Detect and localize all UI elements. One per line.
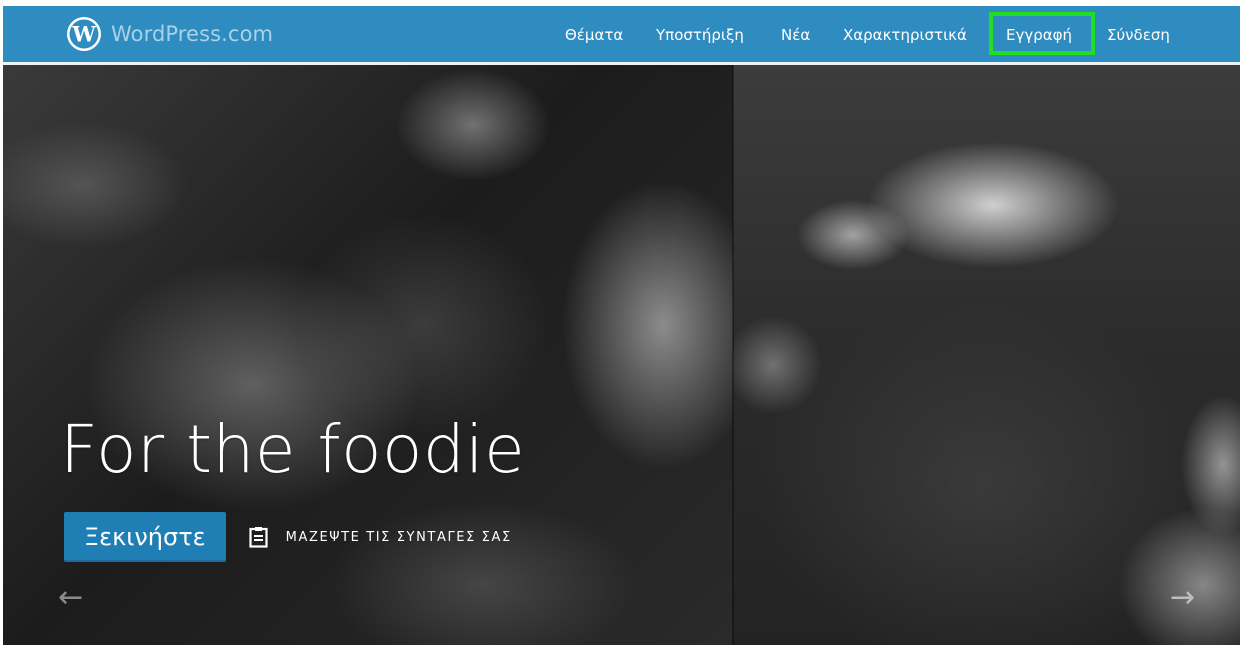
get-started-button[interactable]: Ξεκινήστε: [64, 512, 226, 562]
hero-cta-row: Ξεκινήστε ΜΑΖΕΨΤΕ ΤΙΣ ΣΥΝΤΑΓΕΣ ΣΑΣ: [64, 512, 512, 562]
wordpress-logo-icon: W: [67, 17, 101, 51]
slider-next-arrow-icon[interactable]: →: [1170, 583, 1195, 613]
hero-title: For the foodie: [60, 411, 526, 488]
signup-highlight-box: [989, 12, 1095, 55]
nav-item-news[interactable]: Νέα: [781, 20, 810, 50]
slider-prev-arrow-icon[interactable]: ←: [58, 583, 83, 613]
nav-item-features[interactable]: Χαρακτηριστικά: [843, 20, 967, 50]
nav-item-support[interactable]: Υποστήριξη: [656, 20, 744, 50]
brand-name: WordPress.com: [111, 22, 274, 46]
hero-slider: For the foodie Ξεκινήστε ΜΑΖΕΨΤΕ ΤΙΣ ΣΥΝ…: [3, 65, 1240, 645]
clipboard-icon: [249, 527, 268, 548]
nav-item-login[interactable]: Σύνδεση: [1107, 20, 1170, 50]
svg-text:W: W: [71, 22, 96, 47]
hero-image-onions: [733, 65, 1240, 645]
nav-item-themes[interactable]: Θέματα: [565, 20, 623, 50]
hero-tagline: ΜΑΖΕΨΤΕ ΤΙΣ ΣΥΝΤΑΓΕΣ ΣΑΣ: [285, 529, 512, 545]
brand-link[interactable]: W WordPress.com: [66, 15, 273, 53]
hero-image-divider: [732, 65, 734, 645]
